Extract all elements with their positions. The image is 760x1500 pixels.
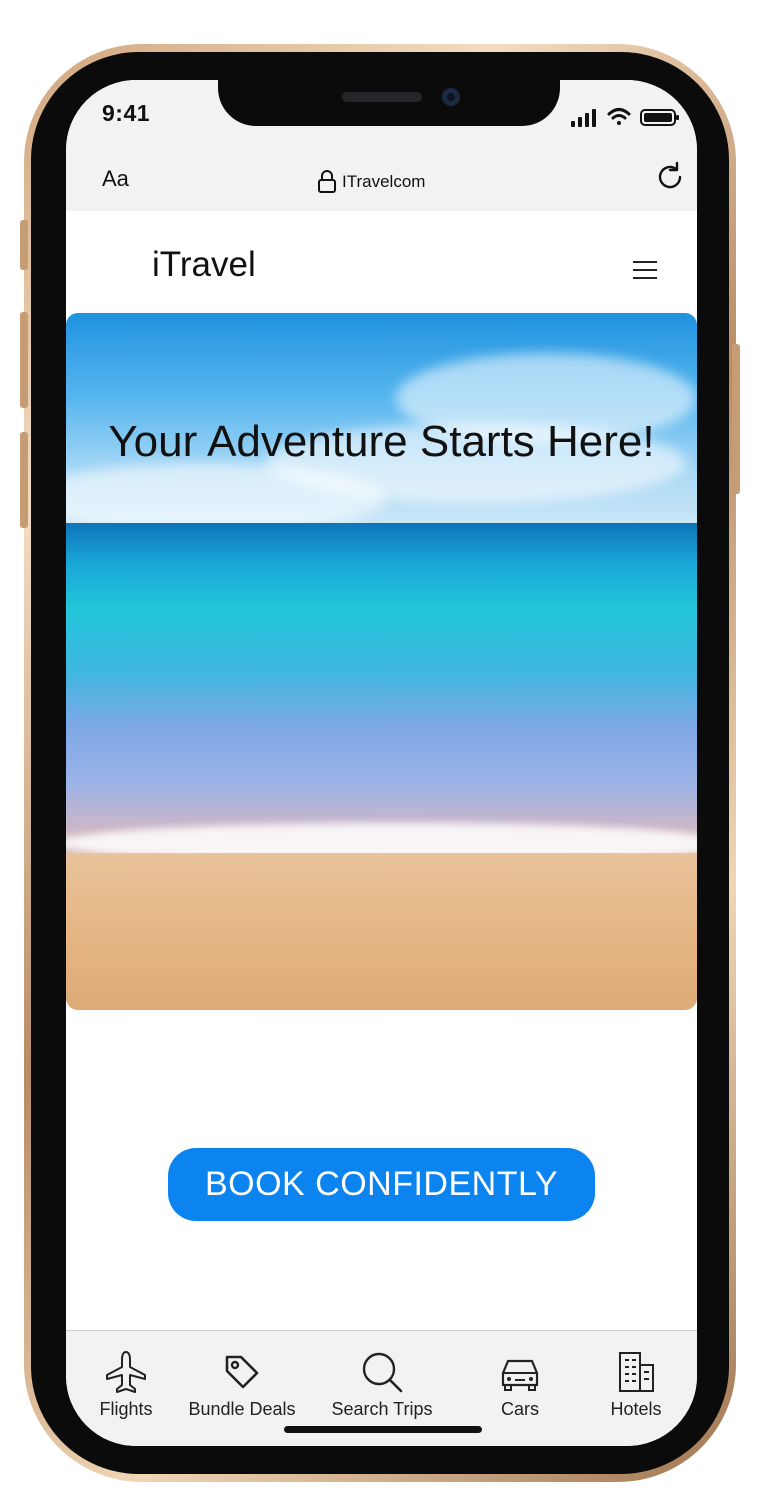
tab-label: Hotels bbox=[610, 1399, 662, 1419]
battery-icon bbox=[640, 109, 679, 126]
tab-label: Cars bbox=[500, 1399, 539, 1419]
tab-bundle-deals[interactable]: Bundle Deals bbox=[184, 1331, 300, 1431]
book-confidently-button[interactable]: BOOK CONFIDENTLY bbox=[168, 1148, 595, 1221]
front-camera bbox=[442, 88, 460, 106]
volume-down-button bbox=[20, 432, 28, 528]
home-indicator bbox=[284, 1426, 482, 1433]
volume-up-button bbox=[20, 312, 28, 408]
hero-headline: Your Adventure Starts Here! bbox=[108, 417, 655, 466]
tab-flights[interactable]: Flights bbox=[88, 1331, 164, 1431]
status-time: 9:41 bbox=[102, 100, 151, 126]
reload-icon[interactable] bbox=[653, 160, 687, 194]
status-icons bbox=[571, 108, 679, 127]
tab-label: Search Trips bbox=[331, 1399, 433, 1419]
screen: 9:41 Aa ITravelcom iTravel Your Adventur… bbox=[66, 80, 697, 1446]
hero-sea bbox=[66, 523, 697, 853]
lock-icon bbox=[318, 170, 336, 193]
site-logo[interactable]: iTravel bbox=[152, 245, 256, 285]
search-icon bbox=[362, 1352, 403, 1393]
text-size-button[interactable]: Aa bbox=[102, 166, 129, 192]
tab-cars[interactable]: Cars bbox=[478, 1331, 562, 1431]
airplane-icon bbox=[106, 1351, 146, 1393]
hamburger-menu-icon[interactable] bbox=[633, 261, 657, 281]
hero-banner: Your Adventure Starts Here! bbox=[66, 313, 697, 1010]
car-icon bbox=[501, 1359, 539, 1391]
speaker-grille bbox=[342, 92, 422, 102]
mute-switch bbox=[20, 220, 28, 270]
hero-sand bbox=[66, 853, 697, 1010]
power-button bbox=[732, 344, 740, 494]
tab-hotels[interactable]: Hotels bbox=[596, 1331, 676, 1431]
signal-icon bbox=[571, 109, 596, 127]
wifi-icon bbox=[607, 108, 631, 125]
notch bbox=[218, 72, 560, 126]
tab-search-trips[interactable]: Search Trips bbox=[322, 1331, 442, 1431]
tab-label: Bundle Deals bbox=[188, 1399, 296, 1419]
site-header: iTravel bbox=[66, 211, 697, 313]
address-bar[interactable]: ITravelcom bbox=[316, 170, 425, 194]
url-text: ITravelcom bbox=[342, 172, 426, 191]
tab-label: Flights bbox=[99, 1399, 153, 1419]
building-icon bbox=[619, 1352, 654, 1392]
tag-icon bbox=[225, 1355, 259, 1389]
